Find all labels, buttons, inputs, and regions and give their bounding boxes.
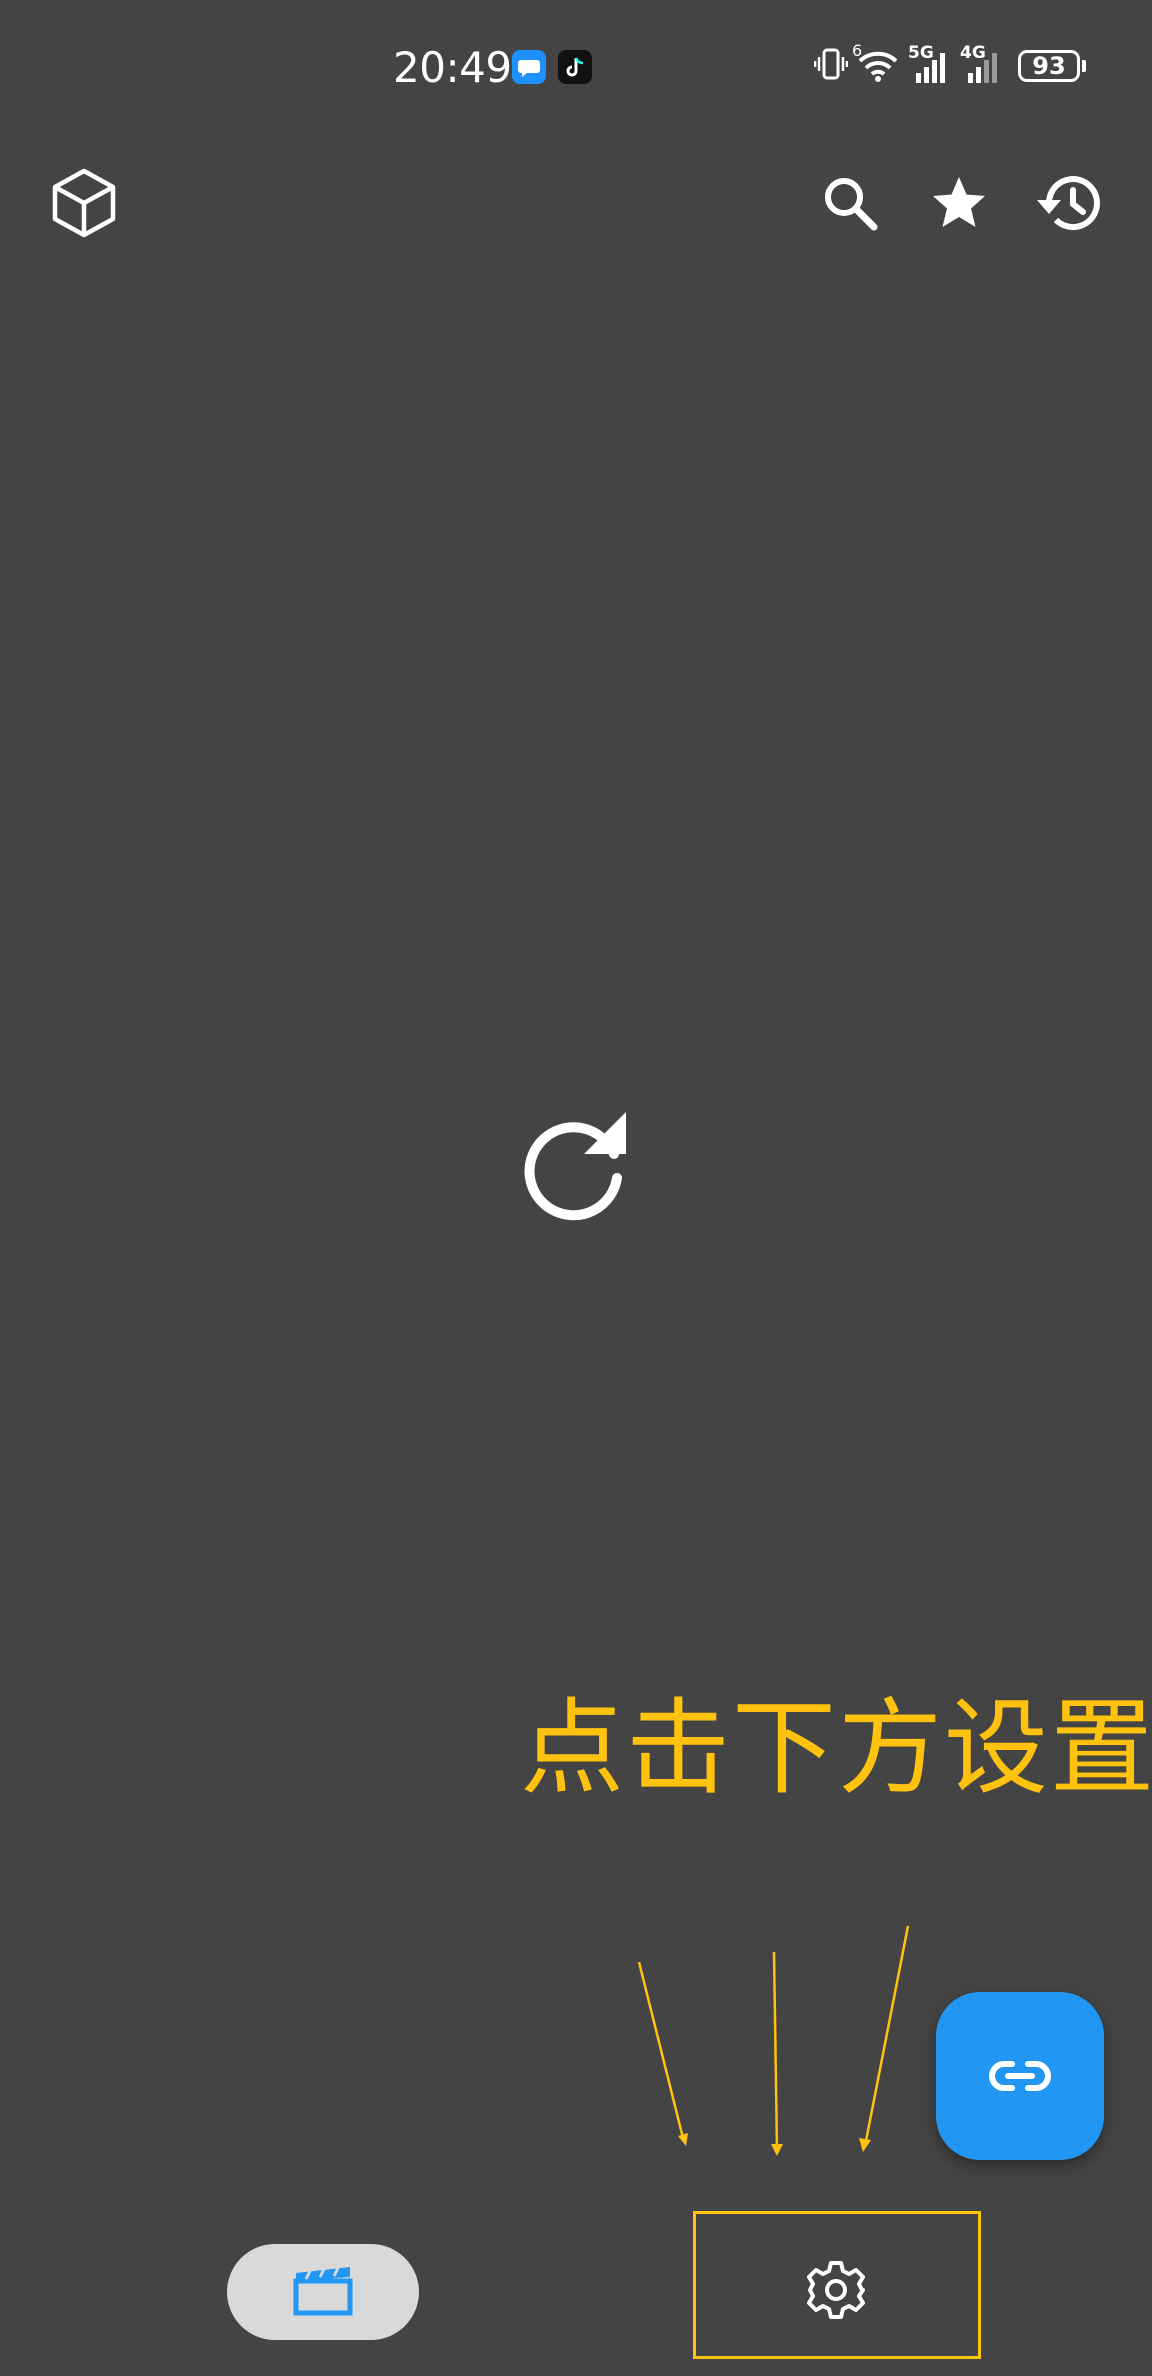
signal-5g-label: 5G bbox=[908, 43, 934, 63]
annotation-arrows bbox=[637, 1925, 910, 2156]
search-icon[interactable] bbox=[808, 161, 892, 245]
settings-gear-icon bbox=[805, 2259, 867, 2325]
status-indicators: 6 5G 4G 93 bbox=[813, 41, 1086, 88]
battery-level: 93 bbox=[1032, 52, 1066, 80]
cube-icon[interactable] bbox=[42, 161, 126, 245]
tiktok-icon bbox=[558, 50, 592, 84]
vibrate-icon bbox=[813, 45, 849, 87]
movie-clapperboard-icon bbox=[292, 2263, 354, 2321]
signal-4g-label: 4G bbox=[960, 43, 986, 63]
annotation-text: 点击下方设置 bbox=[520, 1687, 1152, 1809]
history-icon[interactable] bbox=[1027, 161, 1111, 245]
refresh-icon[interactable] bbox=[514, 1104, 638, 1228]
signal-4g-icon: 4G bbox=[960, 43, 1006, 85]
battery-icon: 93 bbox=[1018, 50, 1086, 82]
wifi-label: 6 bbox=[852, 41, 863, 60]
signal-5g-icon: 5G bbox=[908, 43, 954, 85]
star-icon[interactable] bbox=[917, 161, 1001, 245]
message-bubble-icon bbox=[512, 50, 546, 84]
link-icon[interactable] bbox=[936, 1992, 1104, 2160]
nav-item-settings[interactable] bbox=[740, 2244, 932, 2340]
wifi-icon: 6 bbox=[852, 41, 902, 85]
status-time: 20:49 bbox=[393, 43, 512, 92]
nav-item-videos[interactable] bbox=[227, 2244, 419, 2340]
